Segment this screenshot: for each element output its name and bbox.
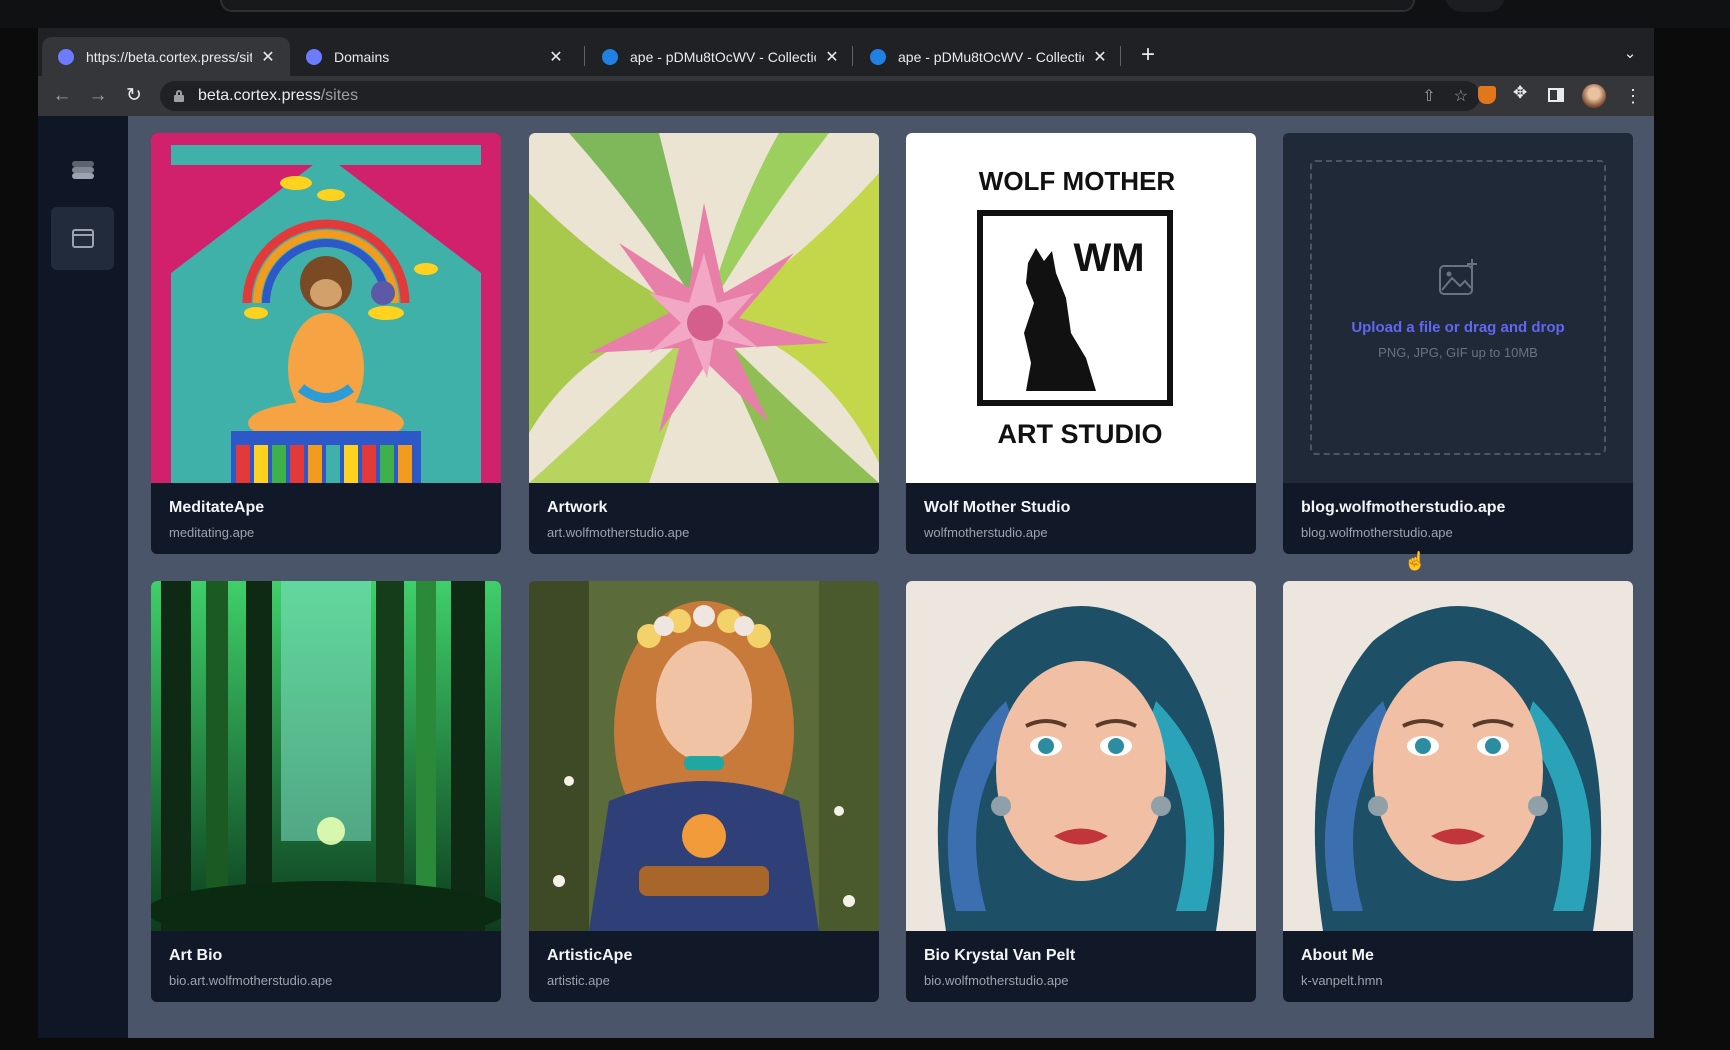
site-name: MeditateApe [169, 499, 265, 516]
browser-window-icon [71, 229, 94, 248]
site-card[interactable]: About Me k-vanpelt.hmn [1283, 581, 1633, 1002]
site-card[interactable]: WOLF MOTHER WM ART STUDIO Wolf Mother St… [906, 133, 1256, 554]
tab-sites[interactable]: https://beta.cortex.press/sites ✕ [42, 37, 290, 76]
site-domain: bio.art.wolfmotherstudio.ape [169, 973, 333, 988]
logo-line1: WOLF MOTHER [979, 166, 1176, 196]
site-name: About Me [1301, 947, 1374, 964]
browser-window: https://beta.cortex.press/sites ✕ Domain… [38, 28, 1654, 1038]
url-path: /sites [320, 87, 359, 104]
woman-flower-crown [529, 581, 879, 931]
close-icon[interactable]: ✕ [824, 47, 840, 67]
tab-title: ape - pDMu8tOcWV - Collectio [898, 48, 1084, 65]
hand-cursor-icon: ☝ [1404, 551, 1427, 571]
meditating-ape-artwork [151, 133, 501, 483]
share-icon[interactable]: ⇧ [1422, 86, 1435, 106]
close-icon[interactable]: ✕ [1092, 47, 1108, 67]
browser-toolbar: ← → ↻ beta.cortex.press/sites ⇧ ☆ ✥ ⋮ [38, 76, 1654, 116]
bookmark-star-icon[interactable]: ☆ [1454, 86, 1468, 106]
tab-divider [1120, 46, 1121, 66]
metamask-fox-icon[interactable] [1478, 86, 1496, 104]
tab-title: Domains [334, 48, 390, 65]
tab-divider [584, 46, 585, 66]
site-card[interactable]: ArtisticApe artistic.ape [529, 581, 879, 1002]
new-tab-button[interactable]: + [1134, 42, 1162, 70]
site-name: blog.wolfmotherstudio.ape [1301, 499, 1506, 516]
cortex-favicon-icon [58, 48, 74, 65]
os-circle-button [1445, 0, 1505, 12]
site-domain: k-vanpelt.hmn [1301, 973, 1383, 988]
stack-icon [71, 159, 94, 181]
address-bar[interactable]: beta.cortex.press/sites ⇧ ☆ [160, 81, 1480, 111]
upload-hint: PNG, JPG, GIF up to 10MB [1378, 345, 1538, 360]
upload-link[interactable]: Upload a file or drag and drop [1283, 319, 1633, 336]
site-domain: art.wolfmotherstudio.ape [547, 525, 690, 540]
green-forest-painting [151, 581, 501, 931]
reload-icon[interactable]: ↻ [120, 82, 148, 110]
site-name: Art Bio [169, 947, 223, 964]
site-domain: blog.wolfmotherstudio.ape [1301, 525, 1453, 540]
portrait-teal-hair [906, 581, 1256, 931]
site-domain: artistic.ape [547, 973, 610, 988]
tab-domains[interactable]: Domains ✕ [290, 37, 578, 76]
portrait-teal-hair [1283, 581, 1633, 931]
watercolor-bromeliad [529, 133, 879, 483]
cortex-favicon-icon [306, 48, 322, 65]
site-card[interactable]: Upload a file or drag and drop PNG, JPG,… [1283, 133, 1633, 554]
upload-dropzone[interactable]: Upload a file or drag and drop PNG, JPG,… [1283, 133, 1633, 483]
kebab-menu-icon[interactable]: ⋮ [1624, 82, 1642, 110]
app-viewport: MeditateApe meditating.ape Artwork art.w… [38, 116, 1654, 1038]
os-search-pill [220, 0, 1415, 12]
site-card[interactable]: Art Bio bio.art.wolfmotherstudio.ape [151, 581, 501, 1002]
tab-collection-2[interactable]: ape - pDMu8tOcWV - Collectio ✕ [854, 37, 1122, 76]
lock-icon [174, 90, 184, 102]
close-icon[interactable]: ✕ [260, 47, 276, 67]
side-panel-icon[interactable] [1548, 88, 1564, 102]
site-card[interactable]: Bio Krystal Van Pelt bio.wolfmotherstudi… [906, 581, 1256, 1002]
os-top-bar [0, 0, 1730, 28]
back-arrow-icon[interactable]: ← [48, 82, 76, 110]
site-domain: meditating.ape [169, 525, 255, 540]
opensea-favicon-icon [870, 48, 886, 65]
wolf-mother-logo: WOLF MOTHER WM ART STUDIO [906, 133, 1256, 483]
site-name: Artwork [547, 499, 608, 516]
sidebar-item-sites[interactable] [51, 207, 114, 270]
url-host: beta.cortex.press [198, 87, 321, 104]
profile-avatar[interactable] [1582, 84, 1606, 108]
tab-collection-1[interactable]: ape - pDMu8tOcWV - Collectio ✕ [586, 37, 854, 76]
extensions-puzzle-icon[interactable]: ✥ [1513, 83, 1527, 103]
site-card[interactable]: Artwork art.wolfmotherstudio.ape [529, 133, 879, 554]
screen: https://beta.cortex.press/sites ✕ Domain… [0, 0, 1730, 1050]
forward-arrow-icon[interactable]: → [84, 82, 112, 110]
sidebar-item-stack[interactable] [51, 138, 114, 201]
sidebar [38, 116, 128, 1038]
close-icon[interactable]: ✕ [548, 47, 564, 67]
site-name: ArtisticApe [547, 947, 633, 964]
site-domain: wolfmotherstudio.ape [924, 525, 1048, 540]
image-add-icon [1439, 259, 1477, 295]
tab-title: https://beta.cortex.press/sites [86, 48, 252, 65]
dropzone-border [1310, 160, 1606, 455]
tab-title: ape - pDMu8tOcWV - Collectio [630, 48, 816, 65]
site-domain: bio.wolfmotherstudio.ape [924, 973, 1069, 988]
chevron-down-icon[interactable]: ⌄ [1619, 43, 1641, 65]
tab-strip: https://beta.cortex.press/sites ✕ Domain… [38, 28, 1654, 76]
opensea-favicon-icon [602, 48, 618, 65]
logo-initials: WM [1073, 236, 1144, 280]
tab-divider [852, 46, 853, 66]
logo-line2: ART STUDIO [998, 419, 1163, 449]
site-name: Bio Krystal Van Pelt [924, 947, 1076, 964]
site-name: Wolf Mother Studio [924, 499, 1071, 516]
site-card[interactable]: MeditateApe meditating.ape [151, 133, 501, 554]
